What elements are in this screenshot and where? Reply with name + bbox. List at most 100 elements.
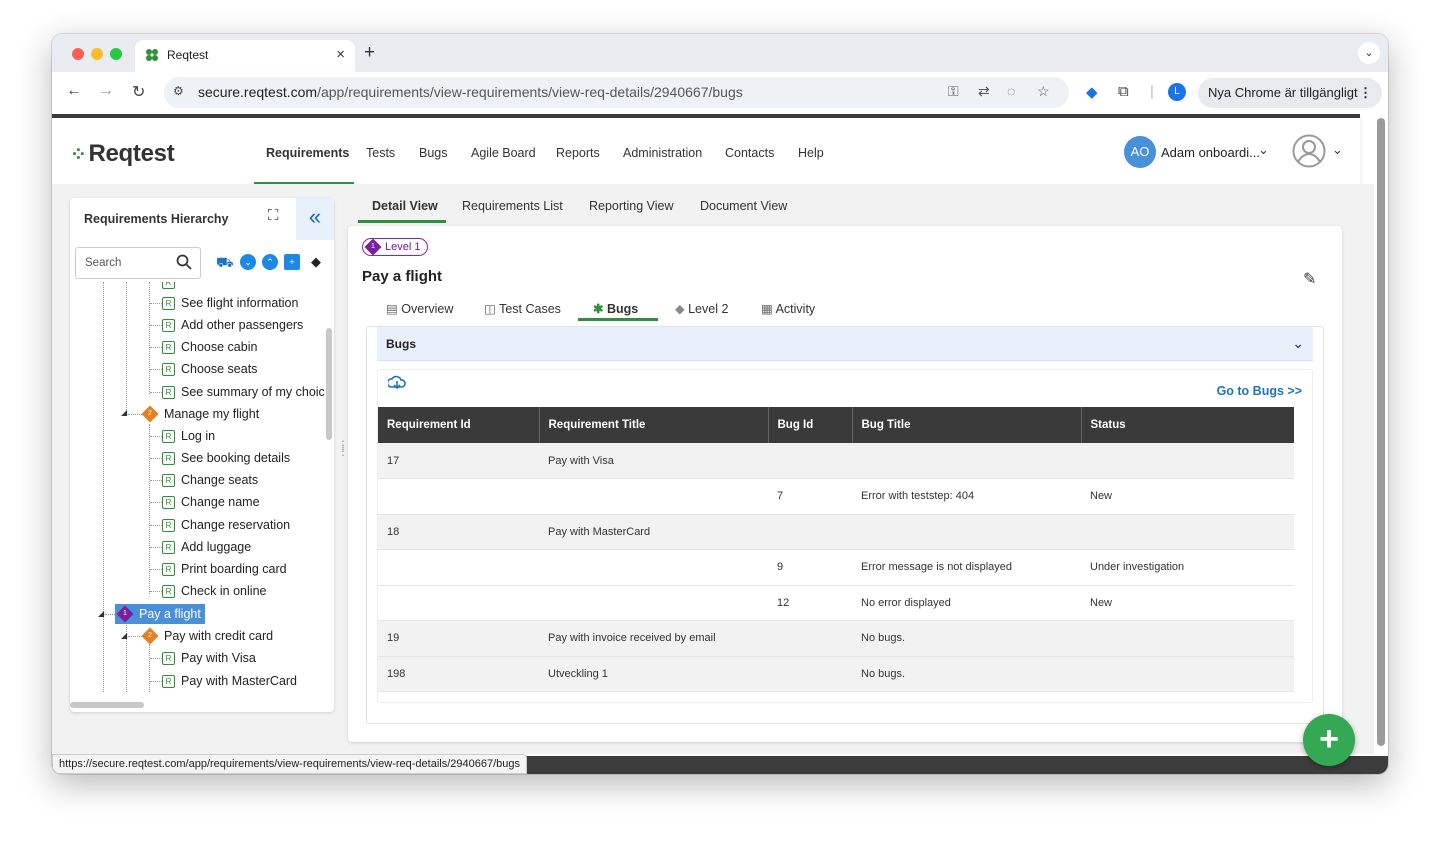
tree-vertical-scrollbar[interactable] (326, 328, 332, 440)
account-menu-chevron-icon[interactable]: ⌄ (1332, 142, 1343, 158)
tree-item[interactable]: R Choose seats (162, 359, 257, 379)
nav-administration[interactable]: Administration (623, 146, 702, 160)
tree-item[interactable]: R Add luggage (162, 537, 251, 557)
hierarchy-search-input[interactable]: Search (75, 247, 201, 279)
back-arrow-icon[interactable]: ← (66, 82, 82, 100)
table-row[interactable]: 17 Pay with Visa (378, 443, 1294, 479)
table-row[interactable]: 19 Pay with invoice received by email No… (378, 620, 1294, 657)
collapse-all-icon[interactable]: ⌃ (262, 254, 278, 270)
column-header[interactable]: Bug Title (852, 407, 1082, 443)
chrome-update-button[interactable]: Nya Chrome är tillgängligt ⋮ (1198, 78, 1382, 108)
minimize-window-button[interactable] (91, 48, 103, 60)
account-avatar-icon[interactable] (1292, 134, 1326, 168)
tree-item[interactable]: R Print boarding card (162, 559, 287, 579)
search-icon[interactable] (176, 254, 192, 275)
site-settings-icon[interactable]: ⚙ (173, 84, 184, 98)
column-header[interactable]: Bug Id (768, 407, 853, 443)
export-icon[interactable]: ⛟ (216, 254, 234, 270)
add-level-icon[interactable]: ◆ (308, 254, 324, 270)
edit-pencil-icon[interactable]: ✎ (1303, 269, 1316, 289)
table-row[interactable]: 7 Error with teststep: 404 New (378, 478, 1294, 515)
nav-contacts[interactable]: Contacts (725, 146, 774, 160)
nav-tests[interactable]: Tests (366, 146, 395, 160)
extension-tag-icon[interactable]: ◆ (1086, 83, 1098, 101)
tab-requirements-list[interactable]: Requirements List (462, 199, 563, 213)
close-tab-icon[interactable]: × (336, 46, 345, 63)
tree-item[interactable]: R See flight information (162, 293, 298, 313)
close-window-button[interactable] (72, 48, 84, 60)
tree-item-level[interactable]: 2 Pay with credit card (141, 626, 273, 646)
tree-branch (150, 569, 162, 570)
password-key-icon[interactable]: ⚿ (948, 83, 959, 100)
nav-bugs[interactable]: Bugs (419, 146, 448, 160)
table-row[interactable]: 12 No error displayed New (378, 585, 1294, 621)
translate-icon[interactable]: ⇄ (978, 83, 990, 100)
column-header[interactable]: Requirement Title (539, 407, 769, 443)
browser-tab[interactable]: Reqtest × (135, 40, 355, 72)
nav-agile-board[interactable]: Agile Board (471, 146, 536, 160)
export-icon[interactable] (386, 375, 406, 396)
profile-avatar[interactable]: L (1168, 83, 1186, 101)
bugs-table-container: Go to Bugs >> Requirement Id Requirement… (377, 369, 1313, 703)
expand-panel-icon[interactable]: ⛶ (268, 207, 279, 224)
tree-item[interactable]: R Choose cabin (162, 337, 257, 357)
reload-icon[interactable]: ↻ (132, 82, 145, 102)
add-fab-button[interactable]: + (1303, 714, 1355, 766)
tree-item[interactable]: R Add other passengers (162, 315, 303, 335)
expand-all-icon[interactable]: ⌄ (240, 254, 256, 270)
tree-item[interactable]: R See booking details (162, 448, 290, 468)
zoom-window-button[interactable] (110, 48, 122, 60)
tree-item[interactable]: R Pay with MasterCard (162, 671, 297, 691)
extensions-puzzle-icon[interactable]: ⧉ (1118, 83, 1129, 100)
tree-item-selected[interactable]: 1 Pay a flight (115, 604, 205, 624)
more-menu-icon[interactable]: ⋮ (1359, 78, 1372, 108)
tree-horizontal-scrollbar[interactable] (70, 702, 144, 708)
subtab-level-2[interactable]: ◆ Level 2 (675, 301, 728, 316)
subtab-activity[interactable]: ▦ Activity (761, 301, 815, 316)
new-tab-icon[interactable]: + (364, 42, 375, 64)
chevron-down-icon[interactable]: ⌄ (1292, 335, 1304, 352)
tab-search-icon[interactable]: ⌄ (1358, 42, 1380, 64)
table-row[interactable]: 18 Pay with MasterCard (378, 514, 1294, 550)
collapse-panel-icon[interactable]: « (296, 198, 334, 240)
tree-toggle-icon[interactable]: ◢ (98, 609, 104, 618)
tree-item[interactable]: R See summary of my choic (162, 382, 325, 402)
tree-toggle-icon[interactable]: ◢ (121, 408, 127, 417)
level-2-icon: 2 (141, 405, 159, 423)
tree-item[interactable]: R Check in online (162, 581, 266, 601)
requirement-icon: R (162, 585, 175, 599)
tab-reporting-view[interactable]: Reporting View (589, 199, 674, 213)
add-requirement-icon[interactable]: + (284, 254, 300, 270)
bugs-accordion-header[interactable]: Bugs ⌄ (377, 327, 1313, 361)
forward-arrow-icon[interactable]: → (98, 82, 114, 100)
tree-item[interactable]: R Pay with Visa (162, 648, 256, 668)
nav-reports[interactable]: Reports (556, 146, 600, 160)
table-row[interactable]: 198 Utveckling 1 No bugs. (378, 656, 1294, 692)
subtab-test-cases[interactable]: ◫ Test Cases (484, 301, 561, 316)
column-header[interactable]: Status (1081, 407, 1294, 443)
subtab-overview[interactable]: ▤ Overview (386, 301, 453, 316)
tree-item-level[interactable]: 2 Manage my flight (141, 404, 259, 424)
table-row[interactable]: 9 Error message is not displayed Under i… (378, 549, 1294, 586)
tree-toggle-icon[interactable]: ◢ (121, 631, 127, 640)
subtab-bugs[interactable]: ✱ Bugs (593, 301, 638, 316)
tree-branch (150, 325, 162, 326)
user-name[interactable]: Adam onboardi... (1161, 145, 1260, 160)
user-avatar[interactable]: AO (1124, 136, 1156, 168)
tree-item[interactable]: R Log in (162, 426, 215, 446)
address-bar[interactable]: ⚙ secure.reqtest.com/app/requirements/vi… (164, 77, 1069, 108)
user-menu-chevron-icon[interactable]: ⌄ (1258, 142, 1269, 158)
tree-item[interactable]: R Change name (162, 492, 260, 512)
tree-item[interactable]: R Change seats (162, 470, 258, 490)
nav-help[interactable]: Help (798, 146, 824, 160)
go-to-bugs-link[interactable]: Go to Bugs >> (1217, 384, 1302, 398)
eye-off-icon[interactable]: ◌ (1007, 83, 1015, 99)
column-header[interactable]: Requirement Id (378, 407, 540, 443)
reqtest-logo[interactable]: ⁘Reqtest (70, 140, 175, 168)
page-scrollbar[interactable] (1377, 118, 1385, 746)
nav-requirements[interactable]: Requirements (266, 146, 349, 160)
bookmark-star-icon[interactable]: ☆ (1037, 83, 1050, 100)
tab-document-view[interactable]: Document View (700, 199, 787, 213)
tab-detail-view[interactable]: Detail View (372, 199, 438, 213)
tree-item[interactable]: R Change reservation (162, 515, 290, 535)
